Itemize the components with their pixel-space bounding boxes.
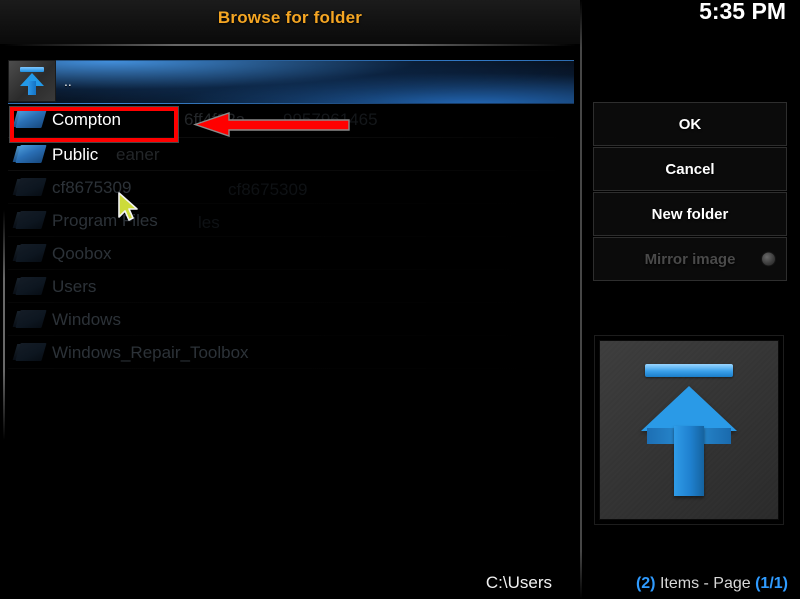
item-count: (2) (635, 575, 656, 592)
folder-icon (8, 204, 52, 237)
list-item-cf8675309[interactable]: cf8675309 (8, 171, 574, 204)
folder-icon (8, 303, 52, 336)
up-arrow-icon (8, 60, 56, 102)
current-path-label: C:\Users (485, 573, 552, 592)
folder-icon (8, 104, 52, 137)
ok-button[interactable]: OK (593, 102, 787, 146)
list-item-qoobox[interactable]: Qoobox (8, 237, 574, 270)
list-item-label: Public (52, 144, 99, 164)
dialog-title: Browse for folder (217, 8, 363, 27)
folder-list[interactable]: 6ff4f82a 9957961465 eaner cf8675309 les … (8, 60, 574, 540)
folder-icon (8, 270, 52, 303)
selection-highlight (8, 60, 574, 104)
clock: 5:35 PM (699, 0, 786, 24)
header-divider (4, 44, 576, 46)
browse-panel: Browse for folder 6ff4f82a 9957961465 ea… (0, 0, 580, 599)
list-item-users[interactable]: Users (8, 270, 574, 303)
status-text: Items - Page (655, 575, 756, 592)
list-item-label: Windows_Repair_Toolbox (52, 342, 249, 362)
cancel-button[interactable]: Cancel (593, 147, 787, 191)
list-scrollbar[interactable] (3, 210, 5, 440)
list-item-label: Program Files (52, 210, 158, 230)
list-item-program-files[interactable]: Program Files (8, 204, 574, 237)
list-item-public[interactable]: Public (8, 138, 574, 171)
list-item-parent[interactable]: .. (8, 60, 574, 104)
list-item-compton[interactable]: Compton (8, 102, 574, 138)
button-label: Mirror image (644, 250, 736, 268)
folder-icon (8, 336, 52, 369)
folder-icon (8, 138, 52, 171)
list-item-windows-repair-toolbox[interactable]: Windows_Repair_Toolbox (8, 336, 574, 369)
folder-icon (8, 171, 52, 204)
button-label: OK (678, 115, 702, 133)
preview-thumbnail (594, 335, 784, 525)
list-item-label: Qoobox (52, 243, 112, 263)
list-item-windows[interactable]: Windows (8, 303, 574, 336)
mirror-image-button[interactable]: Mirror image (593, 237, 787, 281)
up-arrow-thumbnail-icon (641, 364, 737, 496)
page-indicator: (1/1) (755, 575, 788, 592)
dialog-button-group: OK Cancel New folder Mirror image (593, 102, 787, 282)
list-item-label: Windows (52, 309, 121, 329)
list-item-label: .. (64, 73, 72, 89)
button-label: Cancel (665, 160, 715, 178)
status-badge: (2) Items - Page (1/1) (636, 575, 788, 593)
list-item-label: cf8675309 (52, 177, 132, 197)
toggle-indicator-icon[interactable] (761, 251, 776, 267)
list-item-label: Users (52, 276, 97, 296)
new-folder-button[interactable]: New folder (593, 192, 787, 236)
list-item-label: Compton (52, 110, 121, 129)
button-label: New folder (651, 205, 729, 223)
folder-icon (8, 237, 52, 270)
